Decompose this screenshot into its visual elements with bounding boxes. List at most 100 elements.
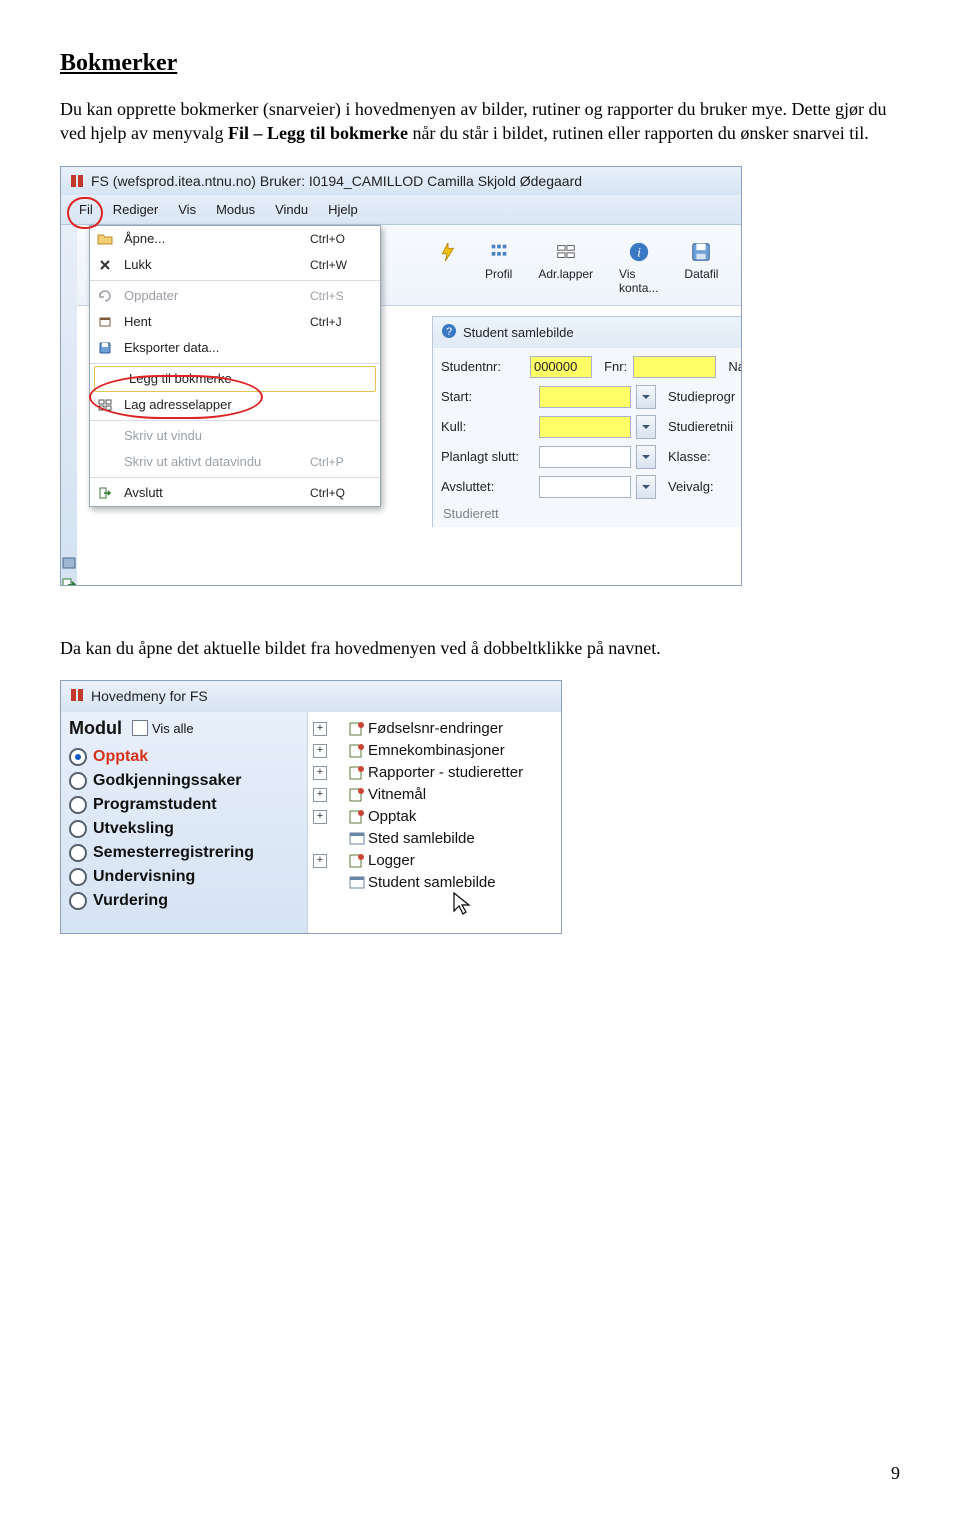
tbtn-label: Datafil: [684, 267, 718, 281]
tree-label: Logger: [368, 852, 415, 869]
vis-alle-checkbox[interactable]: Vis alle: [132, 720, 194, 736]
expander-icon[interactable]: +: [313, 766, 327, 780]
para1-bold: Fil – Legg til bokmerke: [228, 123, 408, 143]
combo-kull[interactable]: [636, 415, 656, 439]
menu-rediger[interactable]: Rediger: [103, 199, 169, 220]
tbtn-profil[interactable]: Profil: [485, 241, 512, 281]
dd-shortcut: Ctrl+P: [310, 455, 380, 469]
tree-item[interactable]: + Opptak: [308, 806, 561, 828]
dd-open[interactable]: Åpne... Ctrl+O: [90, 226, 380, 252]
dd-eksporter[interactable]: Eksporter data...: [90, 335, 380, 361]
dd-oppdater[interactable]: Oppdater Ctrl+S: [90, 283, 380, 309]
dd-separator: [90, 420, 380, 421]
dd-legg-til-bokmerke[interactable]: Legg til bokmerke: [94, 366, 376, 392]
dd-label: Avslutt: [120, 485, 310, 500]
child-title-text: Student samlebilde: [463, 325, 574, 340]
input-studentnr[interactable]: 000000: [530, 356, 592, 378]
label-kull: Kull:: [441, 419, 533, 434]
radio-vurdering[interactable]: Vurdering: [69, 889, 299, 913]
radio-godkjenningssaker[interactable]: Godkjenningssaker: [69, 769, 299, 793]
tree-item[interactable]: + Rapporter - studieretter: [308, 762, 561, 784]
input-kull[interactable]: [539, 416, 631, 438]
tree-label: Sted samlebilde: [368, 830, 475, 847]
tree-item[interactable]: + Fødselsnr-endringer: [308, 718, 561, 740]
window-icon: [348, 830, 366, 848]
dd-avslutt[interactable]: Avslutt Ctrl+Q: [90, 480, 380, 506]
dd-close[interactable]: Lukk Ctrl+W: [90, 252, 380, 278]
tbtn-lightning[interactable]: [437, 241, 459, 267]
radio-semesterregistrering[interactable]: Semesterregistrering: [69, 841, 299, 865]
fetch-icon: [90, 315, 120, 329]
report-icon: [348, 742, 366, 760]
combo-avsluttet[interactable]: [636, 475, 656, 499]
expander-icon[interactable]: +: [313, 722, 327, 736]
input-avsluttet[interactable]: [539, 476, 631, 498]
section-heading: Bokmerker: [60, 50, 900, 77]
dd-skriv-ut-vindu[interactable]: Skriv ut vindu: [90, 423, 380, 449]
dd-lag-adresselapper[interactable]: Lag adresselapper: [90, 392, 380, 418]
tree-item[interactable]: + Vitnemål: [308, 784, 561, 806]
radio-label: Godkjenningssaker: [93, 772, 242, 790]
dd-skriv-ut-aktivt[interactable]: Skriv ut aktivt datavindu Ctrl+P: [90, 449, 380, 475]
combo-planlagt-slutt[interactable]: [636, 445, 656, 469]
combo-start[interactable]: [636, 385, 656, 409]
fs-titlebar: FS (wefsprod.itea.ntnu.no) Bruker: I0194…: [61, 167, 741, 195]
report-icon: [348, 720, 366, 738]
label-na: Na: [728, 359, 742, 374]
vbar-icon-1[interactable]: [61, 555, 77, 571]
radio-label: Opptak: [93, 748, 148, 766]
hovedmeny-window: Hovedmeny for FS Modul Vis alle Opptak G…: [60, 680, 562, 934]
label-fnr: Fnr:: [604, 359, 627, 374]
tree-label: Rapporter - studieretter: [368, 764, 523, 781]
input-planlagt-slutt[interactable]: [539, 446, 631, 468]
dd-label: Åpne...: [120, 231, 310, 246]
input-fnr[interactable]: [633, 356, 716, 378]
app-icon: [69, 173, 85, 189]
menu-vis[interactable]: Vis: [168, 199, 206, 220]
form-row-avsluttet: Avsluttet: Veivalg:: [441, 474, 742, 500]
expander-icon[interactable]: +: [313, 854, 327, 868]
cursor-icon: [448, 890, 476, 918]
app-icon: [69, 687, 85, 706]
form-row-studentnr: Studentnr: 000000 Fnr: Na: [441, 354, 742, 380]
radio-label: Semesterregistrering: [93, 844, 254, 862]
expander-icon[interactable]: +: [313, 810, 327, 824]
label-planlagt-slutt: Planlagt slutt:: [441, 449, 533, 464]
tbtn-viskonta[interactable]: i Vis konta...: [619, 241, 658, 295]
form-row-kull: Kull: Studieretnii: [441, 414, 742, 440]
save-icon: [90, 341, 120, 355]
report-icon: [348, 808, 366, 826]
exit-icon: [90, 486, 120, 500]
child-titlebar: ? Student samlebilde: [433, 317, 742, 348]
expander-icon[interactable]: +: [313, 788, 327, 802]
radio-programstudent[interactable]: Programstudent: [69, 793, 299, 817]
tree-item[interactable]: Sted samlebilde: [308, 828, 561, 850]
menu-hjelp[interactable]: Hjelp: [318, 199, 368, 220]
dd-shortcut: Ctrl+J: [310, 315, 380, 329]
menu-fil[interactable]: Fil: [69, 199, 103, 220]
tree-item-student-samlebilde[interactable]: Student samlebilde: [308, 872, 561, 894]
menu-modus[interactable]: Modus: [206, 199, 265, 220]
module-heading: Modul: [69, 718, 122, 739]
tbtn-adrlapper[interactable]: Adr.lapper: [538, 241, 593, 281]
help-icon[interactable]: ?: [441, 323, 457, 342]
radio-undervisning[interactable]: Undervisning: [69, 865, 299, 889]
radio-opptak[interactable]: Opptak: [69, 745, 299, 769]
tbtn-datafil[interactable]: Datafil: [684, 241, 718, 281]
dd-separator: [90, 363, 380, 364]
tree-item[interactable]: + Emnekombinasjoner: [308, 740, 561, 762]
expander-icon[interactable]: +: [313, 744, 327, 758]
report-icon: [348, 852, 366, 870]
vbar-exit-icon[interactable]: [61, 577, 77, 586]
dd-label: Skriv ut aktivt datavindu: [120, 454, 310, 469]
radio-utveksling[interactable]: Utveksling: [69, 817, 299, 841]
dd-hent[interactable]: Hent Ctrl+J: [90, 309, 380, 335]
dd-label: Lukk: [120, 257, 310, 272]
radio-label: Utveksling: [93, 820, 174, 838]
tree-item[interactable]: + Logger: [308, 850, 561, 872]
radio-label: Vurdering: [93, 892, 168, 910]
folder-open-icon: [90, 231, 120, 247]
input-start[interactable]: [539, 386, 631, 408]
tbtn-label: Adr.lapper: [538, 267, 593, 281]
menu-vindu[interactable]: Vindu: [265, 199, 318, 220]
